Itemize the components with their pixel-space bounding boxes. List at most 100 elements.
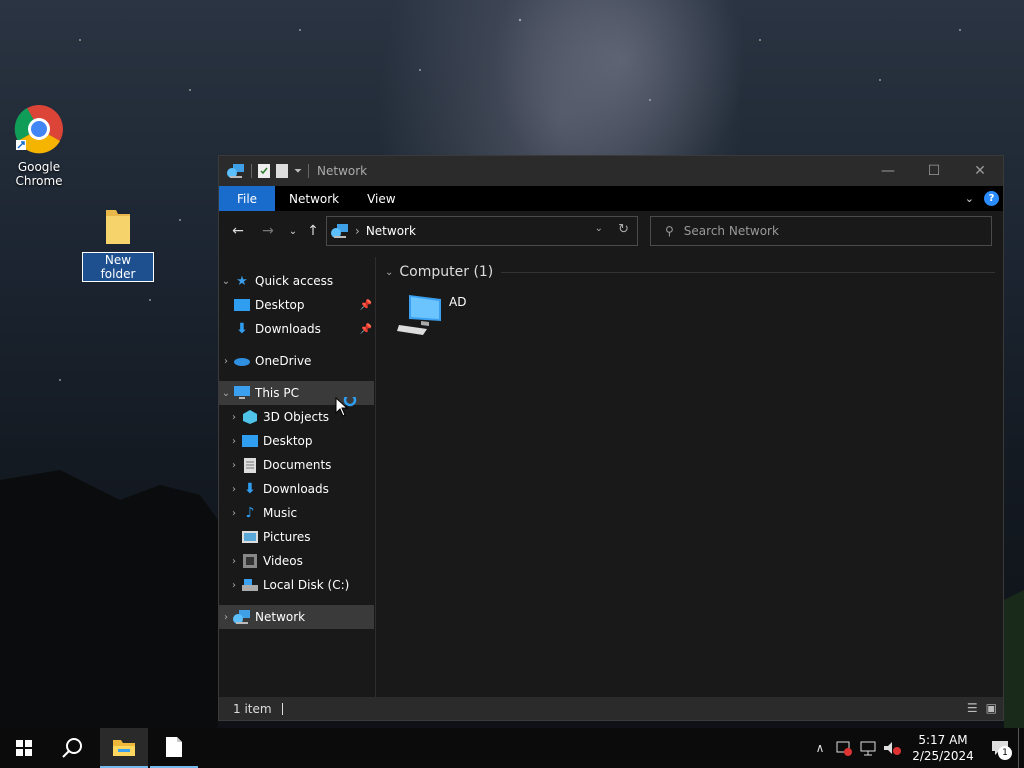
desktop-icon: [233, 297, 251, 313]
nav-network[interactable]: › Network: [219, 605, 374, 629]
nav-label: OneDrive: [255, 354, 312, 368]
customize-quick-access-icon[interactable]: ⏷: [294, 166, 302, 177]
navigation-pane: ⌄ ★ Quick access Desktop 📌 ⬇ Downloads 📌…: [219, 257, 376, 697]
expand-chevron-icon[interactable]: ›: [227, 460, 241, 471]
nav-label: 3D Objects: [263, 410, 330, 424]
taskbar: ∧ 5:17 AM 2/25/2024 1: [0, 728, 1024, 768]
network-icon: [331, 224, 348, 238]
expand-chevron-icon[interactable]: ›: [227, 484, 241, 495]
clock[interactable]: 5:17 AM 2/25/2024: [904, 732, 982, 764]
group-title: Computer (1): [399, 264, 494, 280]
pin-icon[interactable]: 📌: [360, 300, 372, 311]
nav-label: Local Disk (C:): [263, 578, 350, 592]
drive-icon: [241, 577, 259, 593]
ribbon-tabs: File Network View ⌄ ?: [219, 186, 1003, 211]
group-header[interactable]: ⌄ Computer (1): [385, 264, 995, 280]
network-tray-icon[interactable]: [856, 728, 880, 768]
recent-locations-chevron-icon[interactable]: ⌄: [283, 221, 303, 241]
taskbar-notepad[interactable]: [150, 728, 198, 768]
taskbar-search-button[interactable]: [48, 728, 96, 768]
up-button[interactable]: ↑: [303, 221, 323, 241]
search-box[interactable]: ⚲: [650, 216, 992, 246]
breadcrumb-chevron-icon[interactable]: ›: [355, 224, 360, 238]
nav-downloads[interactable]: › ⬇ Downloads: [219, 477, 374, 501]
busy-cursor-icon: [335, 397, 357, 417]
nav-quick-access[interactable]: ⌄ ★ Quick access: [219, 269, 374, 293]
navigation-bar: ← → ⌄ ↑ › Network ⌄ ↻ ⚲: [219, 211, 1003, 251]
expand-chevron-icon[interactable]: ›: [227, 412, 241, 423]
cube-icon: [241, 409, 259, 425]
tab-view[interactable]: View: [353, 186, 409, 211]
volume-muted-icon[interactable]: [880, 728, 904, 768]
details-view-icon[interactable]: ☰: [967, 701, 978, 715]
forward-button[interactable]: →: [258, 221, 278, 241]
nav-documents[interactable]: › Documents: [219, 453, 374, 477]
refresh-icon[interactable]: ↻: [618, 222, 629, 237]
expand-chevron-icon[interactable]: ›: [227, 508, 241, 519]
nav-label: Desktop: [255, 298, 305, 312]
downloads-icon: ⬇: [236, 321, 248, 337]
address-dropdown-chevron-icon[interactable]: ⌄: [595, 223, 603, 234]
tab-network[interactable]: Network: [275, 186, 353, 211]
expand-chevron-icon[interactable]: ›: [219, 356, 233, 367]
start-button[interactable]: [0, 728, 48, 768]
new-folder-qa-icon[interactable]: [276, 164, 288, 178]
nav-local-disk[interactable]: › Local Disk (C:): [219, 573, 374, 597]
help-icon[interactable]: ?: [984, 191, 999, 206]
nav-desktop[interactable]: › Desktop: [219, 429, 374, 453]
nav-label: Network: [255, 610, 306, 624]
show-desktop-button[interactable]: [1018, 728, 1024, 768]
nav-onedrive[interactable]: › OneDrive: [219, 349, 374, 373]
taskbar-file-explorer[interactable]: [100, 728, 148, 768]
security-alert-icon[interactable]: [832, 728, 856, 768]
close-button[interactable]: ✕: [957, 156, 1003, 186]
minimize-button[interactable]: —: [865, 156, 911, 186]
collapse-chevron-icon[interactable]: ⌄: [219, 388, 233, 399]
computer-icon: [397, 295, 441, 335]
maximize-button[interactable]: ☐: [911, 156, 957, 186]
properties-icon[interactable]: [258, 164, 270, 178]
action-center-button[interactable]: 1: [982, 728, 1018, 768]
expand-ribbon-chevron-icon[interactable]: ⌄: [965, 192, 974, 205]
pictures-icon: [241, 529, 259, 545]
downloads-icon: ⬇: [244, 481, 256, 497]
nav-label: This PC: [255, 386, 299, 400]
back-button[interactable]: ←: [228, 221, 248, 241]
pin-icon[interactable]: 📌: [360, 324, 372, 335]
nav-pictures[interactable]: Pictures: [219, 525, 374, 549]
address-bar[interactable]: › Network ⌄ ↻: [326, 216, 638, 246]
title-bar[interactable]: ⏷ Network — ☐ ✕: [219, 156, 1003, 186]
new-folder-desktop-icon[interactable]: New folder: [82, 206, 154, 282]
google-chrome-shortcut[interactable]: Google Chrome: [8, 104, 70, 188]
breadcrumb-network[interactable]: Network: [366, 224, 416, 238]
show-hidden-icons-chevron-icon[interactable]: ∧: [808, 728, 832, 768]
expand-chevron-icon[interactable]: ›: [219, 612, 233, 623]
expand-chevron-icon[interactable]: ›: [227, 556, 241, 567]
folder-rename-field[interactable]: New folder: [82, 252, 154, 282]
nav-qa-downloads[interactable]: ⬇ Downloads 📌: [219, 317, 374, 341]
nav-qa-desktop[interactable]: Desktop 📌: [219, 293, 374, 317]
nav-videos[interactable]: › Videos: [219, 549, 374, 573]
nav-label: Documents: [263, 458, 332, 472]
tab-file[interactable]: File: [219, 186, 275, 211]
separator: [251, 164, 252, 178]
large-icons-view-icon[interactable]: ▣: [986, 701, 997, 715]
search-input[interactable]: [683, 224, 984, 238]
folder-icon: [106, 210, 130, 244]
search-icon: ⚲: [665, 224, 674, 238]
window-title: Network: [317, 164, 368, 178]
network-item-ad[interactable]: AD: [397, 293, 466, 335]
file-explorer-icon: [113, 740, 135, 756]
cloud-icon: [233, 353, 251, 369]
item-label: AD: [449, 295, 467, 309]
status-bar: 1 item ☰ ▣: [219, 697, 1003, 720]
expand-chevron-icon[interactable]: ›: [227, 580, 241, 591]
nav-label: Downloads: [255, 322, 321, 336]
group-collapse-chevron-icon[interactable]: ⌄: [385, 267, 393, 278]
notification-badge: 1: [998, 746, 1012, 760]
nav-music[interactable]: › ♪ Music: [219, 501, 374, 525]
collapse-chevron-icon[interactable]: ⌄: [219, 276, 233, 287]
nav-label: Music: [263, 506, 298, 520]
expand-chevron-icon[interactable]: ›: [227, 436, 241, 447]
desktop-icon-label: Google Chrome: [15, 160, 63, 188]
